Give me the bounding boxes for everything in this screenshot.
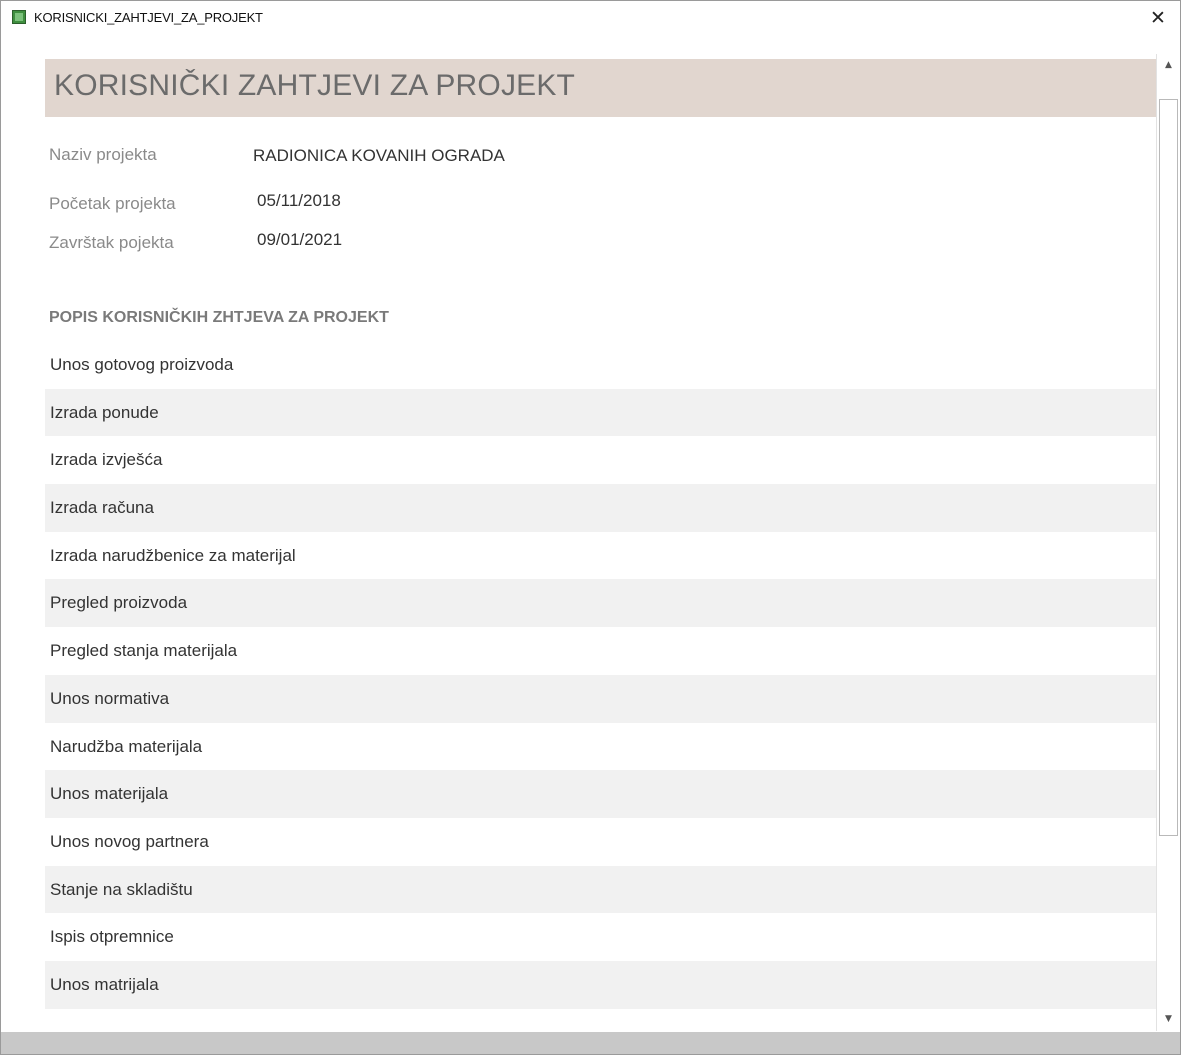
zavrsetak-projekta-value[interactable]: 09/01/2021 <box>257 230 342 250</box>
form-window: KORISNICKI_ZAHTJEVI_ZA_PROJEKT ✕ KORISNI… <box>0 0 1181 1055</box>
list-item[interactable]: Unos matrijala <box>45 960 1156 1009</box>
requirements-list: Unos gotovog proizvoda Izrada ponude Izr… <box>45 341 1156 1009</box>
requirements-heading: POPIS KORISNIČKIH ZHTJEVA ZA PROJEKT <box>49 309 389 326</box>
list-item-label: Izrada narudžbenice za materijal <box>50 545 296 565</box>
list-item-label: Unos novog partnera <box>50 831 209 851</box>
list-item[interactable]: Unos normativa <box>45 674 1156 723</box>
naziv-projekta-label: Naziv projekta <box>49 145 157 164</box>
list-item-label: Stanje na skladištu <box>50 879 193 899</box>
form-title: KORISNIČKI ZAHTJEVI ZA PROJEKT <box>54 69 576 102</box>
list-item[interactable]: Izrada narudžbenice za materijal <box>45 532 1156 580</box>
list-item[interactable]: Izrada ponude <box>45 388 1156 437</box>
list-item-label: Unos materijala <box>50 784 169 804</box>
scroll-down-arrow-icon[interactable]: ▼ <box>1159 1010 1178 1029</box>
list-item[interactable]: Unos novog partnera <box>45 818 1156 866</box>
list-item[interactable]: Pregled stanja materijala <box>45 627 1156 675</box>
window-title: KORISNICKI_ZAHTJEVI_ZA_PROJEKT <box>34 10 263 25</box>
title-bar: KORISNICKI_ZAHTJEVI_ZA_PROJEKT ✕ <box>1 1 1180 35</box>
naziv-projekta-value[interactable]: RADIONICA KOVANIH OGRADA <box>253 146 505 166</box>
list-item-label: Pregled proizvoda <box>50 593 188 613</box>
zavrsetak-projekta-label: Završtak pojekta <box>49 233 174 252</box>
list-item-label: Izrada ponude <box>50 402 159 422</box>
list-item-label: Pregled stanja materijala <box>50 641 238 661</box>
access-form-icon <box>12 10 26 24</box>
list-item[interactable]: Ispis otpremnice <box>45 913 1156 961</box>
scrollbar-thumb[interactable] <box>1159 99 1178 836</box>
list-item-label: Unos gotovog proizvoda <box>50 355 234 374</box>
list-item[interactable]: Unos materijala <box>45 770 1156 818</box>
list-item-label: Narudžba materijala <box>50 736 203 756</box>
list-item[interactable]: Izrada izvješća <box>45 436 1156 484</box>
list-item-label: Izrada računa <box>50 498 154 518</box>
list-item[interactable]: Izrada računa <box>45 484 1156 532</box>
pocetak-projekta-value[interactable]: 05/11/2018 <box>257 191 341 211</box>
pocetak-projekta-label: Početak projekta <box>49 194 176 213</box>
form-body: KORISNIČKI ZAHTJEVI ZA PROJEKT Naziv pro… <box>1 35 1156 1032</box>
list-item-label: Unos matrijala <box>50 974 159 994</box>
status-bar <box>1 1032 1180 1054</box>
list-item-label: Izrada izvješća <box>50 450 163 470</box>
list-item[interactable]: Unos gotovog proizvoda <box>45 341 1156 389</box>
list-item[interactable]: Narudžba materijala <box>45 723 1156 771</box>
close-button[interactable]: ✕ <box>1146 7 1170 29</box>
list-item[interactable]: Stanje na skladištu <box>45 865 1156 914</box>
scroll-up-arrow-icon[interactable]: ▲ <box>1159 56 1178 75</box>
list-item[interactable]: Pregled proizvoda <box>45 579 1156 628</box>
form-header: KORISNIČKI ZAHTJEVI ZA PROJEKT <box>45 59 1156 117</box>
list-item-label: Unos normativa <box>50 688 170 708</box>
list-item-label: Ispis otpremnice <box>50 927 174 947</box>
vertical-scrollbar[interactable]: ▲ ▼ <box>1156 54 1180 1031</box>
